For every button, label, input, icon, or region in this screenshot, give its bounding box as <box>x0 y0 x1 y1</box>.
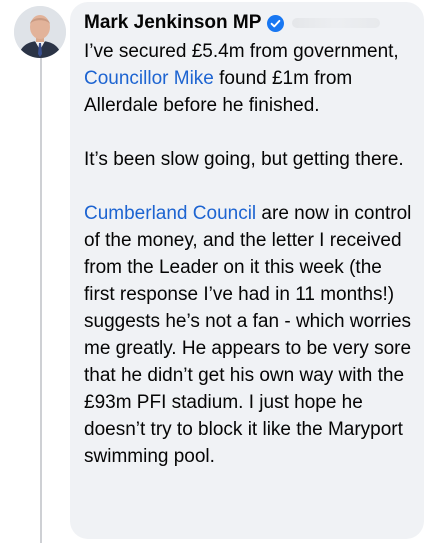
mention-link-cumberland-council[interactable]: Cumberland Council <box>84 203 256 224</box>
comment-paragraph: I’ve secured £5.4m from government, Coun… <box>84 38 414 119</box>
comment-header: Mark Jenkinson MP <box>84 9 414 37</box>
comment-text-segment: are now in control of the money, and the… <box>84 203 412 467</box>
author-avatar[interactable] <box>14 6 66 58</box>
author-name[interactable]: Mark Jenkinson MP <box>84 12 261 34</box>
comment-text-segment: I’ve secured £5.4m from government, <box>84 41 399 62</box>
comment-paragraph: It’s been slow going, but getting there. <box>84 149 404 170</box>
verified-badge-icon <box>267 14 285 32</box>
profile-photo-icon <box>14 6 66 58</box>
blurred-metadata <box>292 18 381 28</box>
mention-link-councillor-mike[interactable]: Councillor Mike <box>84 68 214 89</box>
comment-bubble: Mark Jenkinson MP I’ve secured £5.4m fro… <box>70 2 424 539</box>
thread-connector-line <box>40 56 42 543</box>
comment-paragraph: Cumberland Council are now in control of… <box>84 200 414 470</box>
comment-text: I’ve secured £5.4m from government, Coun… <box>84 38 414 470</box>
